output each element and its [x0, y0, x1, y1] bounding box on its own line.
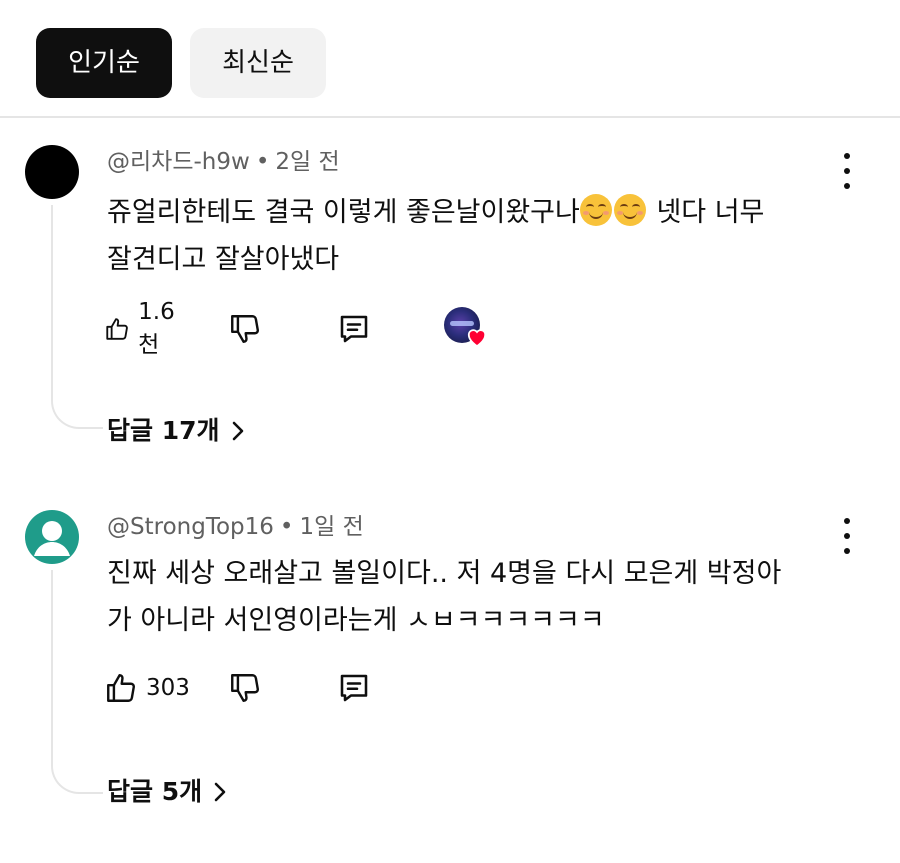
thread-line — [51, 570, 103, 794]
like-count: 303 — [146, 675, 190, 701]
thumbs-down-icon — [231, 315, 259, 343]
separator: • — [279, 514, 294, 540]
view-replies-button[interactable]: 답글 17개 — [107, 411, 246, 451]
timestamp: 1일 전 — [299, 514, 364, 540]
like-count: 1.6천 — [138, 299, 175, 358]
author-name[interactable]: @리차드-h9w — [107, 149, 250, 175]
separator: • — [255, 149, 270, 175]
comment-icon — [340, 674, 368, 702]
comment-text-line: 가 아니라 서인영이라는게 ㅅㅂㅋㅋㅋㅋㅋㅋ — [107, 605, 605, 636]
comments-page: 인기순 최신순 @리차드-h9w • 2일 전 쥬얼리한테도 결국 이렇게 좋은날이… — [0, 0, 900, 863]
sort-newest-chip[interactable]: 최신순 — [190, 28, 326, 98]
chevron-right-icon — [232, 421, 243, 441]
thumbs-up-icon — [107, 674, 135, 702]
comment-text-line: 잘견디고 잘살아냈다 — [107, 244, 340, 275]
view-replies-button[interactable]: 답글 5개 — [107, 772, 228, 812]
avatar[interactable] — [25, 145, 79, 199]
creator-heart-badge — [444, 307, 492, 351]
more-menu-icon[interactable] — [836, 518, 858, 554]
like-button[interactable]: 1.6천 — [104, 299, 183, 358]
dislike-button[interactable] — [228, 309, 262, 349]
reply-button[interactable] — [336, 668, 372, 708]
reply-button[interactable] — [336, 309, 372, 349]
default-avatar-icon — [34, 521, 70, 556]
smiling-face-icon — [579, 194, 612, 226]
author-name[interactable]: @StrongTop16 — [107, 514, 274, 540]
comment-text-line: 진짜 세상 오래살고 볼일이다.. 저 4명을 다시 모은게 박정아 — [107, 558, 782, 589]
chevron-right-icon — [214, 782, 226, 802]
thumbs-up-icon — [106, 318, 128, 340]
comment-meta: @리차드-h9w • 2일 전 — [107, 145, 340, 179]
replies-label: 답글 5개 — [107, 777, 203, 806]
sort-popular-chip[interactable]: 인기순 — [36, 28, 172, 98]
comment-text-part: 쥬얼리한테도 결국 이렇게 좋은날이왔구나 — [107, 197, 580, 228]
replies-label: 답글 17개 — [107, 416, 220, 445]
heart-icon — [467, 329, 487, 347]
avatar[interactable] — [25, 510, 79, 564]
dislike-button[interactable] — [228, 668, 262, 708]
comment-text-part: 넷다 너무 — [647, 197, 765, 228]
comment-icon — [340, 315, 368, 343]
smiling-face-icon — [613, 194, 646, 226]
like-button[interactable]: 303 — [104, 668, 190, 708]
timestamp: 2일 전 — [275, 149, 340, 175]
comment-meta: @StrongTop16 • 1일 전 — [107, 510, 364, 544]
more-menu-icon[interactable] — [836, 153, 858, 189]
comment-text: 진짜 세상 오래살고 볼일이다.. 저 4명을 다시 모은게 박정아 가 아니라… — [107, 550, 847, 644]
comment-text: 쥬얼리한테도 결국 이렇게 좋은날이왔구나 넷다 너무 잘견디고 잘살아냈다 — [107, 189, 847, 283]
thread-line — [51, 205, 103, 429]
divider — [0, 116, 900, 118]
thumbs-down-icon — [231, 674, 259, 702]
